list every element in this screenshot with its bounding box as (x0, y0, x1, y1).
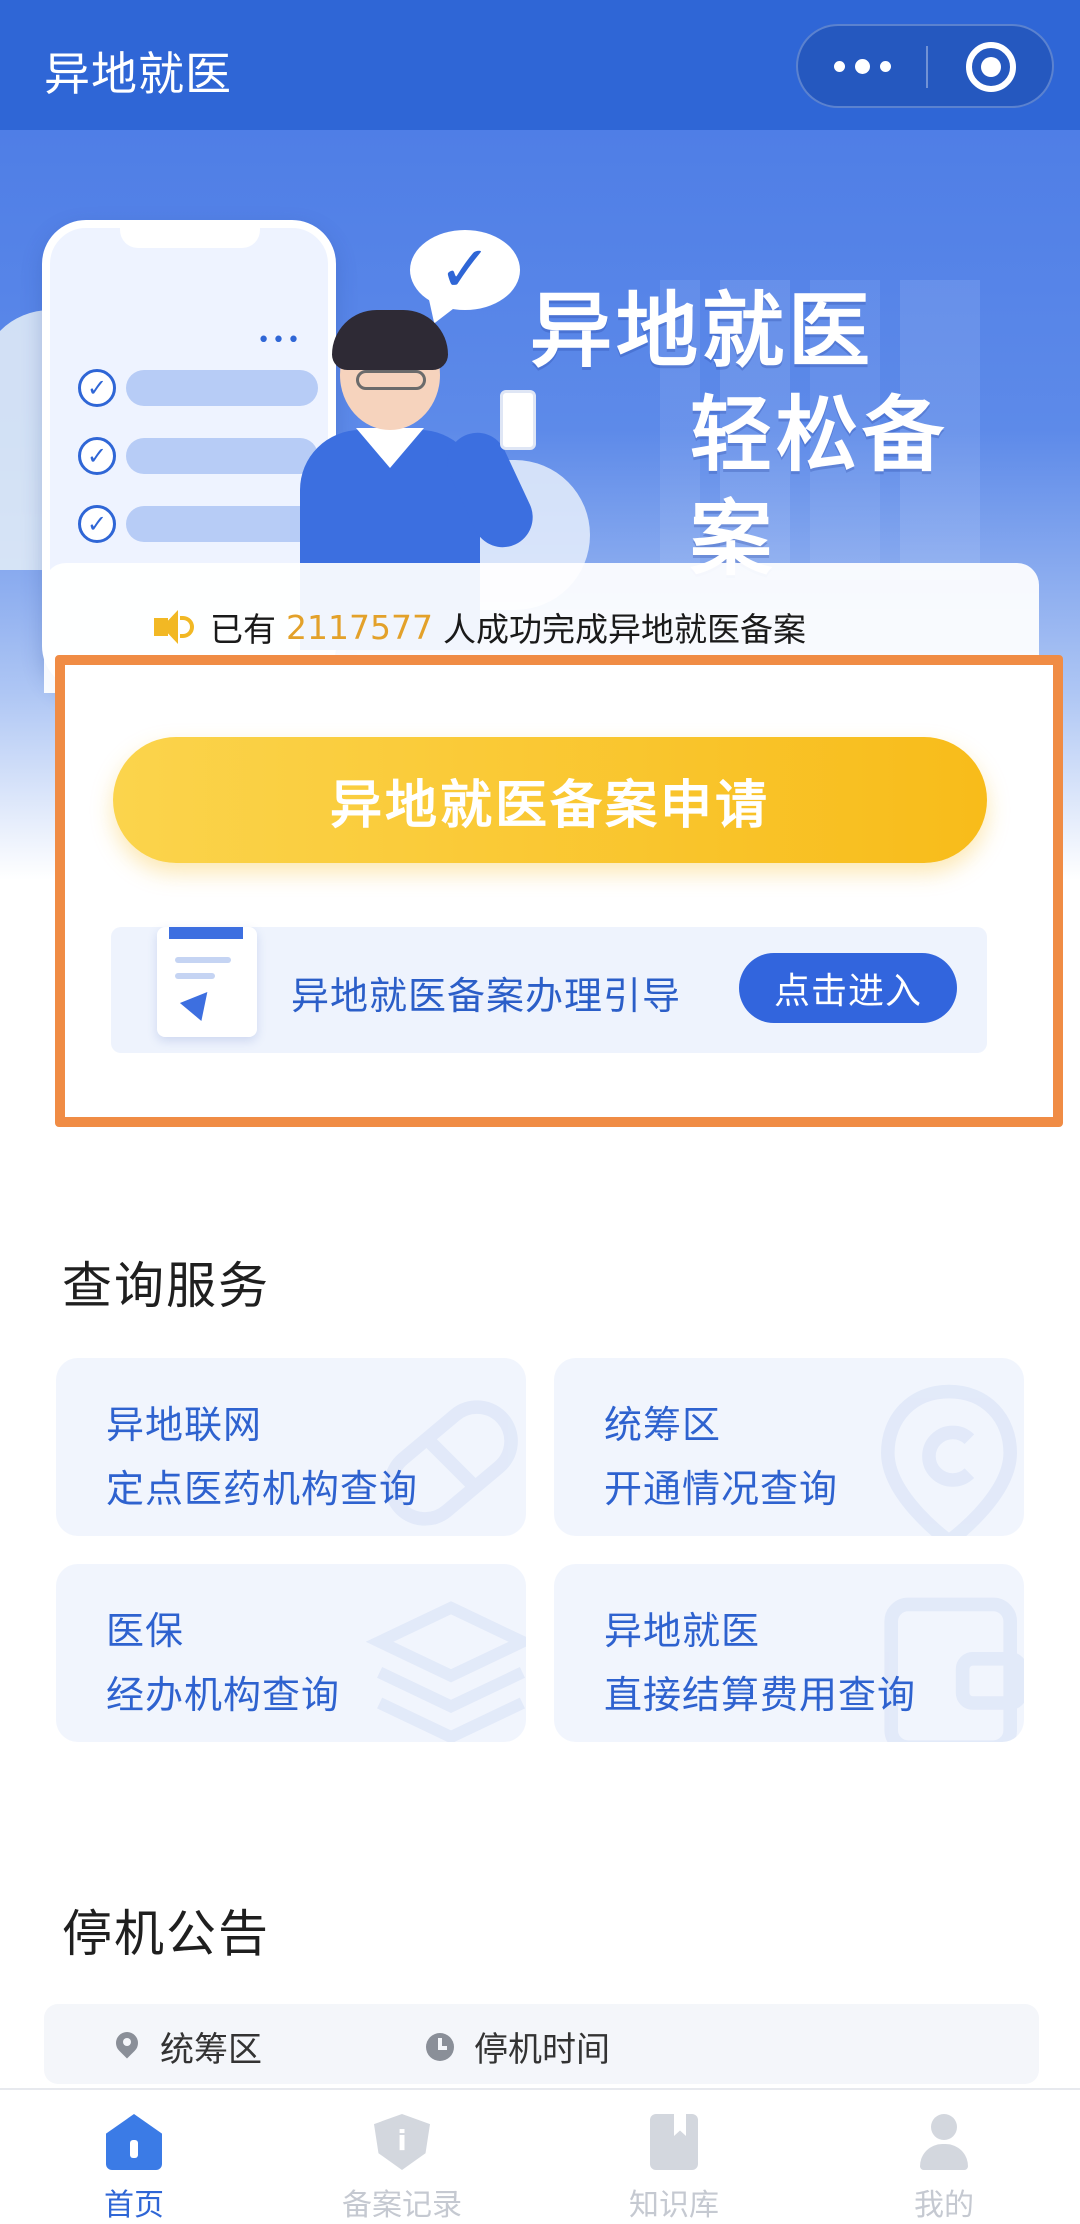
service-card-settlement-costs[interactable]: 异地就医 直接结算费用查询 (554, 1564, 1024, 1742)
time-column-label: 停机时间 (474, 2030, 610, 2070)
notice-suffix: 人成功完成异地就医备案 (442, 610, 806, 649)
query-services-title: 查询服务 (62, 1257, 270, 1315)
tab-knowledge-base-label: 知识库 (629, 2188, 719, 2223)
highlight-box: 异地就医备案申请 异地就医备案办理引导 点击进入 (55, 655, 1063, 1127)
book-icon (650, 2114, 698, 2170)
service-card-line1: 异地就医 (604, 1609, 761, 1653)
shutdown-table-header: 统筹区 停机时间 (44, 2004, 1039, 2084)
check-icon: ✓ (78, 369, 116, 407)
document-icon (157, 927, 257, 1037)
more-dots-icon[interactable] (798, 26, 926, 106)
check-bubble-icon: ✓ (410, 230, 520, 310)
service-card-network-institutions[interactable]: 异地联网 定点医药机构查询 (56, 1358, 526, 1536)
filing-guide-card[interactable]: 异地就医备案办理引导 点击进入 (111, 927, 987, 1053)
region-column-label: 统筹区 (160, 2030, 262, 2070)
tab-home[interactable]: 首页 (34, 2114, 234, 2224)
enter-button[interactable]: 点击进入 (739, 953, 957, 1023)
service-card-line2: 定点医药机构查询 (106, 1467, 419, 1511)
service-card-line1: 异地联网 (106, 1403, 263, 1447)
location-icon (880, 1384, 1018, 1536)
home-icon (106, 2114, 162, 2170)
filing-guide-label: 异地就医备案办理引导 (291, 974, 682, 1018)
mini-program-capsule (796, 24, 1054, 108)
tab-mine-label: 我的 (914, 2188, 974, 2223)
service-card-line2: 开通情况查询 (604, 1467, 839, 1511)
top-bar: 异地就医 (0, 0, 1080, 130)
service-card-line1: 医保 (106, 1609, 185, 1653)
location-pin-icon (116, 2032, 138, 2062)
shutdown-notice-title: 停机公告 (62, 1905, 270, 1963)
layers-icon (366, 1601, 526, 1742)
filing-count: 2117577 (286, 607, 433, 647)
app-title: 异地就医 (44, 47, 232, 101)
clock-icon (426, 2032, 454, 2061)
service-card-line2: 经办机构查询 (106, 1673, 341, 1717)
tab-filing-records[interactable]: 备案记录 (302, 2114, 502, 2224)
service-card-region-status[interactable]: 统筹区 开通情况查询 (554, 1358, 1024, 1536)
service-card-agencies[interactable]: 医保 经办机构查询 (56, 1564, 526, 1742)
tab-mine[interactable]: 我的 (844, 2114, 1044, 2224)
speaker-icon (154, 610, 194, 644)
filing-apply-button[interactable]: 异地就医备案申请 (113, 737, 987, 863)
tab-filing-records-label: 备案记录 (342, 2188, 462, 2223)
banner-heading-line1: 异地就医 (530, 284, 875, 379)
notice-prefix: 已有 (210, 610, 276, 649)
banner-heading: 异地就医 轻松备案 (530, 280, 1030, 592)
tab-home-label: 首页 (104, 2188, 164, 2223)
bottom-tab-bar: 首页 备案记录 知识库 我的 (0, 2088, 1080, 2224)
service-card-line1: 统筹区 (604, 1403, 722, 1447)
filing-count-notice: 已有 2117577 人成功完成异地就医备案 (154, 603, 806, 651)
target-circle-icon[interactable] (966, 42, 1016, 92)
region-column: 统筹区 (116, 2022, 262, 2071)
service-card-line2: 直接结算费用查询 (604, 1673, 917, 1717)
shield-info-icon (374, 2114, 430, 2170)
user-icon (916, 2114, 972, 2170)
time-column: 停机时间 (426, 2022, 610, 2071)
tab-knowledge-base[interactable]: 知识库 (574, 2114, 774, 2224)
capsule-divider (926, 46, 928, 88)
banner-heading-line2: 轻松备案 (690, 388, 949, 587)
check-icon: ✓ (78, 505, 116, 543)
check-icon: ✓ (78, 437, 116, 475)
